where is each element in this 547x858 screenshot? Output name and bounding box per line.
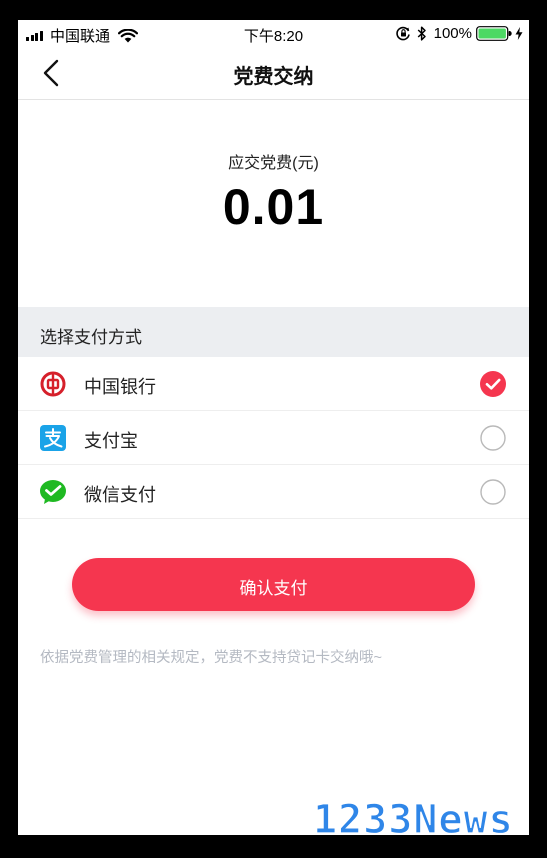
payment-option-label: 中国银行 [84, 377, 156, 397]
payment-notice: 依据党费管理的相关规定，党费不支持贷记卡交纳哦~ [40, 650, 382, 666]
wechat-pay-icon [40, 480, 66, 504]
bluetooth-icon [417, 26, 426, 41]
page-title: 党费交纳 [233, 66, 314, 88]
confirm-pay-label: 确认支付 [239, 579, 308, 598]
alipay-icon [40, 425, 66, 451]
confirm-pay-button[interactable]: 确认支付 [72, 558, 475, 611]
radio-unchecked-icon[interactable] [480, 479, 506, 505]
watermark-text: 1233News [313, 797, 514, 843]
rotation-lock-icon [395, 26, 410, 41]
phone-screen: 中国联通 下午8:20 100% 党费交纳 应交党费(元) 0.01 选择支付方… [18, 20, 529, 835]
battery-percent: 100% [433, 25, 472, 42]
amount-label: 应交党费(元) [228, 155, 319, 172]
payment-option-alipay[interactable]: 支付宝 [18, 411, 529, 465]
nav-bar: 党费交纳 [18, 47, 529, 100]
status-bar: 中国联通 下午8:20 100% [18, 20, 529, 47]
payment-option-label: 微信支付 [84, 485, 156, 505]
status-right: 100% [395, 25, 523, 42]
payment-option-wechat[interactable]: 微信支付 [18, 465, 529, 519]
battery-icon [476, 26, 512, 41]
watermark-logo: 1233News [313, 796, 514, 843]
payment-option-label: 支付宝 [84, 431, 138, 451]
payment-section-header: 选择支付方式 [18, 307, 529, 357]
charging-icon [515, 27, 523, 40]
radio-checked-icon[interactable] [480, 371, 506, 397]
payment-option-boc[interactable]: 中国银行 [18, 357, 529, 411]
bank-of-china-icon [40, 371, 66, 397]
payment-section-title: 选择支付方式 [40, 328, 142, 347]
radio-unchecked-icon[interactable] [480, 425, 506, 451]
amount-value: 0.01 [222, 179, 325, 235]
